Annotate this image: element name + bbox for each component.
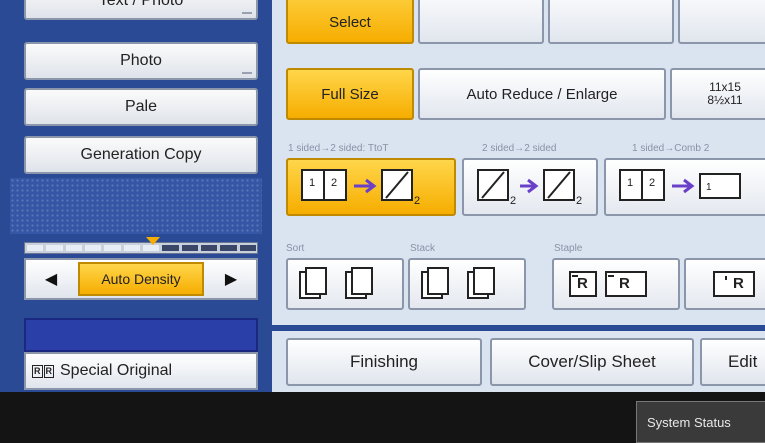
staple-group-label: Staple [554, 243, 583, 254]
svg-text:1: 1 [627, 177, 633, 189]
one-to-combine-icon: 1 2 1 [619, 169, 741, 201]
sort-group-label: Sort [286, 243, 305, 254]
paper-tray-button[interactable] [678, 0, 765, 44]
svg-text:2: 2 [649, 177, 655, 189]
density-step [123, 245, 140, 251]
duplex-group-label: 2 sided→2 sided [482, 143, 557, 154]
svg-text:2: 2 [414, 195, 420, 207]
paper-select-button[interactable]: Select [286, 0, 414, 44]
duplex-group-label: 1 sided→2 sided: TtoT [288, 143, 389, 154]
finishing-tab[interactable]: Finishing [286, 338, 482, 386]
auto-density-button[interactable]: Auto Density [78, 262, 204, 296]
left-panel: Text / Photo Photo Pale Generation Copy … [0, 0, 272, 392]
pale-label: Pale [124, 98, 158, 115]
preset-ratio-button[interactable]: 11x15 8½x11 [670, 68, 765, 120]
sort-icon [299, 267, 373, 299]
staple-letter: R [619, 275, 630, 292]
svg-text:2: 2 [331, 177, 337, 189]
right-arrow-icon: ▶ [224, 271, 238, 288]
system-status-button[interactable]: System Status [636, 401, 765, 443]
staple-letter: R [733, 275, 744, 292]
button-corner-mark [242, 12, 252, 14]
copier-screen: Text / Photo Photo Pale Generation Copy … [0, 0, 765, 392]
full-size-label: Full Size [321, 85, 379, 103]
one-to-two-sided-button[interactable]: 1 2 2 [286, 158, 456, 216]
two-to-two-sided-button[interactable]: 2 2 [462, 158, 598, 216]
density-step [104, 245, 121, 251]
svg-text:2: 2 [576, 195, 582, 207]
full-size-button[interactable]: Full Size [286, 68, 414, 120]
stack-icon [421, 267, 495, 299]
density-step [220, 245, 237, 251]
density-step [46, 245, 63, 251]
density-lighter-button[interactable]: ◀ [28, 262, 74, 296]
edit-tab-label: Edit [728, 352, 758, 371]
svg-text:2: 2 [510, 195, 516, 207]
density-step [239, 245, 256, 251]
blank-selection-field[interactable] [24, 318, 258, 352]
special-original-label: Special Original [60, 362, 173, 379]
svg-text:1: 1 [309, 177, 315, 189]
density-step [65, 245, 82, 251]
density-darker-button[interactable]: ▶ [208, 262, 254, 296]
staple-left-button[interactable]: R R [552, 258, 680, 310]
density-step [201, 245, 218, 251]
size-label-line2: 8½x11 [707, 93, 743, 107]
density-control: ◀ Auto Density ▶ [24, 258, 258, 300]
staple-letter: R [577, 275, 588, 292]
staple-top-button[interactable]: R [684, 258, 765, 310]
panel-divider [272, 325, 765, 331]
cover-slip-sheet-tab[interactable]: Cover/Slip Sheet [490, 338, 694, 386]
staple-left-icon [569, 271, 647, 297]
special-original-button[interactable]: R R Special Original [24, 352, 258, 390]
paper-tray-button[interactable] [548, 0, 674, 44]
stack-button[interactable] [408, 258, 526, 310]
duplex-group-label: 1 sided→Comb 2 [632, 143, 710, 154]
original-icon-letter: R [32, 364, 43, 378]
button-corner-mark [242, 72, 252, 74]
density-indicator [24, 237, 258, 254]
text-photo-label: Text / Photo [98, 0, 184, 9]
pale-button[interactable]: Pale [24, 88, 258, 126]
dotted-separator [10, 178, 262, 234]
photo-label: Photo [120, 52, 162, 69]
staple-top-icon [713, 271, 755, 297]
select-label: Select [329, 13, 371, 31]
paper-tray-button[interactable] [418, 0, 544, 44]
special-original-icon: R R [32, 364, 54, 378]
auto-density-label: Auto Density [101, 271, 181, 287]
auto-reduce-enlarge-button[interactable]: Auto Reduce / Enlarge [418, 68, 666, 120]
svg-text:1: 1 [706, 182, 712, 193]
density-step [143, 245, 160, 251]
one-to-combine-button[interactable]: 1 2 1 [604, 158, 765, 216]
finishing-tab-label: Finishing [349, 352, 419, 371]
generation-copy-button[interactable]: Generation Copy [24, 136, 258, 174]
original-icon-letter: R [43, 364, 54, 378]
stack-group-label: Stack [410, 243, 436, 254]
sort-button[interactable] [286, 258, 404, 310]
two-to-two-sided-icon: 2 2 [477, 169, 582, 207]
generation-copy-label: Generation Copy [80, 146, 202, 163]
auto-reduce-label: Auto Reduce / Enlarge [466, 85, 618, 103]
left-arrow-icon: ◀ [44, 271, 58, 288]
edit-tab[interactable]: Edit [700, 338, 765, 386]
density-step [27, 245, 44, 251]
density-marker-icon [145, 237, 160, 245]
cover-slip-sheet-label: Cover/Slip Sheet [528, 352, 656, 371]
one-to-two-sided-icon: 1 2 2 [301, 169, 420, 207]
right-panel: Select Full Size Auto Reduce / Enlarge 1… [272, 0, 765, 392]
text-photo-button[interactable]: Text / Photo [24, 0, 258, 20]
density-step [85, 245, 102, 251]
density-step [181, 245, 198, 251]
system-status-label: System Status [647, 414, 731, 430]
photo-button[interactable]: Photo [24, 42, 258, 80]
density-step [162, 245, 179, 251]
